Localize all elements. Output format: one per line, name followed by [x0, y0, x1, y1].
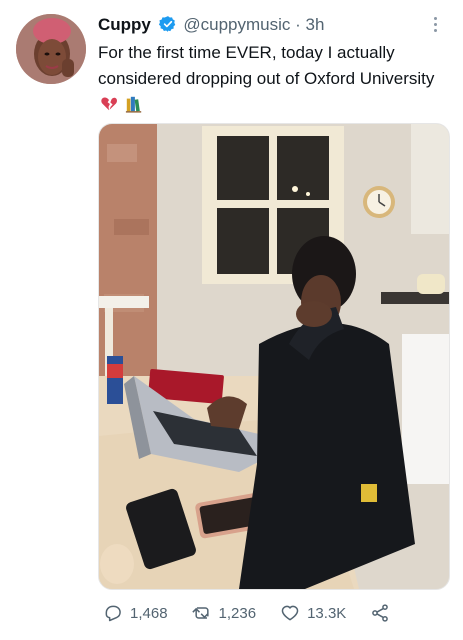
- reply-count: 1,468: [130, 604, 168, 622]
- tweet-photo[interactable]: [98, 123, 450, 590]
- broken-heart-icon: [100, 95, 118, 121]
- reply-icon: [105, 605, 121, 622]
- retweet-button[interactable]: 1,236: [191, 603, 257, 623]
- timestamp[interactable]: 3h: [306, 15, 325, 34]
- reply-button[interactable]: 1,468: [103, 603, 168, 623]
- verified-badge-icon: [158, 15, 177, 39]
- tweet-card[interactable]: Cuppy @cuppymusic · 3h For the first tim…: [0, 0, 463, 640]
- author-handle[interactable]: @cuppymusic: [183, 15, 290, 34]
- like-count: 13.3K: [307, 604, 347, 622]
- tweet-text: For the first time EVER, today I actuall…: [98, 40, 448, 121]
- separator-dot: ·: [295, 15, 301, 34]
- books-icon: [125, 95, 143, 121]
- retweet-count: 1,236: [218, 604, 257, 622]
- tweet-body: For the first time EVER, today I actuall…: [98, 43, 435, 88]
- heart-icon: [281, 605, 299, 621]
- share-button[interactable]: [370, 603, 397, 623]
- tweet-actions: 1,468 1,236 13.3K: [103, 601, 393, 625]
- avatar-image: [16, 14, 86, 84]
- tweet-header: Cuppy @cuppymusic · 3h: [98, 14, 433, 39]
- like-button[interactable]: 13.3K: [280, 603, 346, 623]
- share-icon: [372, 604, 389, 622]
- photo-image: [99, 124, 449, 589]
- avatar[interactable]: [16, 14, 86, 84]
- more-options-icon[interactable]: [425, 14, 445, 36]
- author-name[interactable]: Cuppy: [98, 15, 151, 34]
- retweet-icon: [191, 607, 209, 619]
